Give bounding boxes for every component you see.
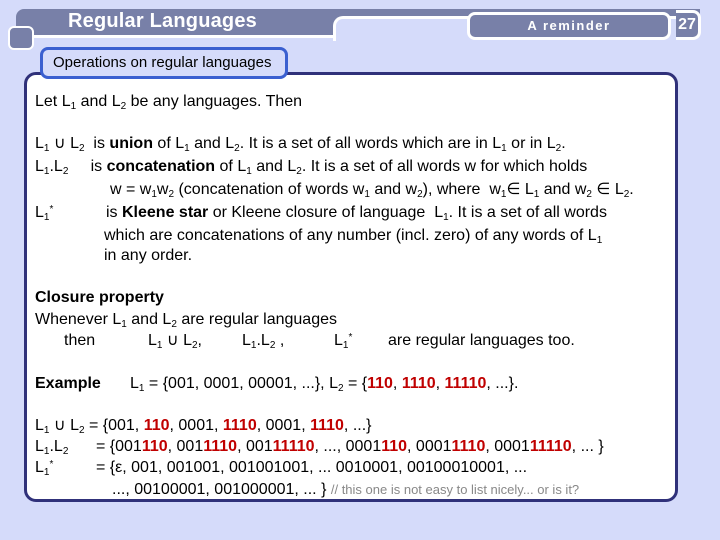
closure-op-star: L1* (334, 332, 353, 351)
corner-decoration-icon (8, 26, 34, 50)
result-star-line2: ..., 00100001, 001000001, ... } // this … (112, 480, 579, 500)
result-star-value2: ..., 00100001, 001000001, ... } (112, 481, 327, 498)
definition-concatenation: L1.L2 is concatenation of L1 and L2. It … (35, 158, 588, 177)
page-number: 27 (676, 10, 701, 40)
closure-heading: Closure property (35, 289, 164, 306)
definition-kleene-star-term: L1* (35, 204, 54, 223)
result-concat: = {001110, 0011110, 00111110, ..., 00011… (96, 438, 604, 455)
slide-title: Regular Languages (68, 10, 257, 32)
slide-subtitle: Operations on regular languages (40, 47, 289, 79)
closure-line1: Whenever L1 and L2 are regular languages (35, 311, 337, 330)
result-star-term: L1* (35, 459, 54, 478)
definition-kleene-star-line3: in any order. (104, 247, 193, 264)
result-comment: // this one is not easy to list nicely..… (330, 482, 580, 497)
closure-op-union: L1 ∪ L2, (148, 332, 202, 351)
closure-conclusion: are regular languages too. (388, 332, 575, 349)
example-definition: L1 = {001, 0001, 00001, ...}, L2 = {110,… (130, 375, 519, 394)
definition-concatenation-line2: w = w1w2 (concatenation of words w1 and … (110, 181, 634, 200)
definition-union: L1 ∪ L2 is union of L1 and L2. It is a s… (35, 135, 566, 154)
example-label: Example (35, 375, 101, 392)
definition-kleene-star-line2: which are concatenations of any number (… (104, 227, 603, 246)
result-union: L1 ∪ L2 = {001, 110, 0001, 1110, 0001, 1… (35, 417, 372, 436)
section-tag: A reminder (467, 12, 671, 40)
result-concat-term: L1.L2 (35, 438, 69, 457)
result-star: = {ε, 001, 001001, 001001001, ... 001000… (96, 459, 528, 476)
closure-op-concat: L1.L2 , (242, 332, 285, 351)
definition-kleene-star: is Kleene star or Kleene closure of lang… (106, 204, 607, 223)
closure-then: then (64, 332, 96, 349)
intro-text: Let L1 and L2 be any languages. Then (35, 93, 303, 112)
